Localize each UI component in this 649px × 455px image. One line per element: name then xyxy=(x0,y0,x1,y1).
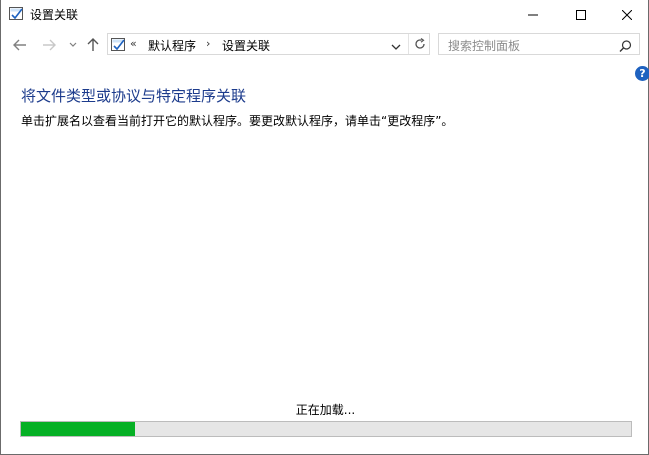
address-bar[interactable]: « 默认程序 › 设置关联 xyxy=(107,33,430,55)
refresh-button[interactable] xyxy=(408,34,431,54)
title-bar: 设置关联 xyxy=(1,0,648,28)
breadcrumb-default-programs[interactable]: 默认程序 xyxy=(148,37,196,54)
help-button[interactable]: ? xyxy=(635,66,649,81)
refresh-icon xyxy=(414,35,426,54)
progress-fill xyxy=(21,422,136,436)
help-icon: ? xyxy=(639,67,646,80)
page-description: 单击扩展名以查看当前打开它的默认程序。要更改默认程序，请单击“更改程序”。 xyxy=(21,114,454,128)
breadcrumb-separator[interactable]: › xyxy=(206,37,210,50)
back-arrow-icon[interactable] xyxy=(12,37,28,53)
window-title: 设置关联 xyxy=(30,8,79,22)
search-icon[interactable] xyxy=(619,38,632,52)
breadcrumb-overflow[interactable]: « xyxy=(130,37,137,50)
search-placeholder[interactable]: 搜索控制面板 xyxy=(448,37,520,54)
address-history-dropdown-icon[interactable] xyxy=(390,38,402,50)
minimize-icon xyxy=(528,5,538,24)
page-heading: 将文件类型或协议与特定程序关联 xyxy=(21,87,247,105)
minimize-button[interactable] xyxy=(510,0,556,28)
recent-dropdown-icon[interactable] xyxy=(65,37,81,53)
maximize-icon xyxy=(576,5,586,24)
up-arrow-icon[interactable] xyxy=(85,37,101,53)
control-panel-check-icon xyxy=(9,6,24,21)
loading-status: 正在加载... xyxy=(295,403,356,417)
forward-arrow-icon[interactable] xyxy=(41,37,57,53)
control-panel-check-icon xyxy=(111,37,126,52)
maximize-button[interactable] xyxy=(558,0,604,28)
close-button[interactable] xyxy=(604,0,649,28)
search-box[interactable]: 搜索控制面板 xyxy=(438,33,640,55)
breadcrumb-set-associations[interactable]: 设置关联 xyxy=(222,37,270,54)
close-icon xyxy=(621,5,633,24)
progress-bar xyxy=(20,421,632,437)
